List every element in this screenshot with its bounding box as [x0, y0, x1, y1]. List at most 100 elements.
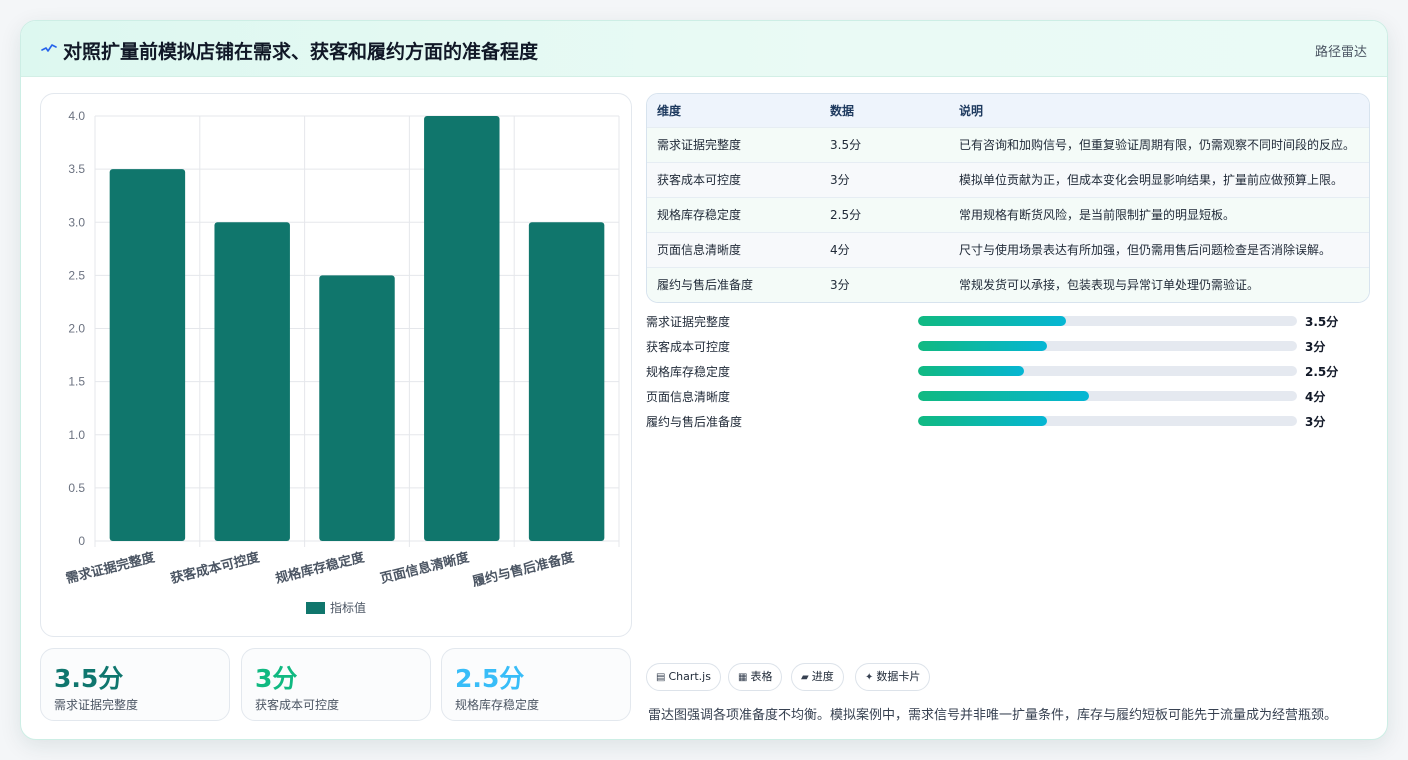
- progress-label: 需求证据完整度: [646, 315, 731, 329]
- progress-track: [918, 366, 1297, 376]
- y-tick-label: 4.0: [68, 109, 85, 123]
- chip-label: 进度: [811, 670, 834, 683]
- progress-icon: ▰: [801, 672, 809, 683]
- table-row: 需求证据完整度 3.5分 已有咨询和加购信号，但重复验证周期有限，仍需观察不同时…: [647, 127, 1369, 162]
- data-table: 维度 数据 说明 需求证据完整度 3.5分 已有咨询和加购信号，但重复验证周期有…: [646, 93, 1370, 303]
- column-header-description: 说明: [959, 103, 984, 118]
- dashboard-card: 对照扩量前模拟店铺在需求、获客和履约方面的准备程度 路径雷达 0 0.5 1.0 1.…: [20, 20, 1388, 740]
- progress-fill: [918, 391, 1089, 401]
- stat-label: 需求证据完整度: [54, 698, 139, 712]
- progress-track: [918, 341, 1297, 351]
- stat-card-acquisition: 3分 获客成本可控度: [241, 648, 431, 721]
- progress-row: 需求证据完整度 3.5分: [646, 313, 1370, 338]
- progress-value: 3分: [1305, 415, 1326, 429]
- x-tick-label: 页面信息清晰度: [379, 549, 472, 587]
- stat-value: 3分: [255, 664, 298, 693]
- progress-fill: [918, 316, 1066, 326]
- table-header-row: 维度 数据 说明: [647, 94, 1369, 127]
- cell-data: 3分: [830, 278, 850, 293]
- cell-data: 3分: [830, 173, 850, 187]
- chart-icon: ▤: [656, 672, 666, 683]
- cell-dimension: 规格库存稳定度: [657, 208, 742, 222]
- progress-row: 页面信息清晰度 4分: [646, 388, 1370, 413]
- table-row: 规格库存稳定度 2.5分 常用规格有断货风险，是当前限制扩量的明显短板。: [647, 197, 1369, 232]
- cell-data: 2.5分: [830, 208, 862, 222]
- progress-track: [918, 316, 1297, 326]
- bar-chart: 0 0.5 1.0 1.5 2.0 2.5 3.0 3.5 4.0 需求证据完整度 获客成本可控度规…: [64, 109, 620, 615]
- progress-value: 4分: [1305, 390, 1326, 404]
- cell-dimension: 获客成本可控度: [657, 173, 742, 187]
- cell-dimension: 需求证据完整度: [657, 138, 742, 152]
- y-tick-label: 3.5: [68, 162, 85, 176]
- progress-label: 页面信息清晰度: [646, 390, 731, 404]
- progress-fill: [918, 341, 1047, 351]
- y-tick-label: 0: [78, 534, 85, 548]
- y-tick-label: 2.0: [68, 322, 85, 336]
- stat-label: 规格库存稳定度: [455, 698, 540, 712]
- progress-track: [918, 391, 1297, 401]
- y-tick-label: 3.0: [68, 215, 85, 229]
- table-row: 履约与售后准备度 3分 常规发货可以承接，包装表现与异常订单处理仍需验证。: [647, 267, 1369, 302]
- bar-chart-panel: 0 0.5 1.0 1.5 2.0 2.5 3.0 3.5 4.0 需求证据完整度 获客成本可控度规…: [40, 93, 632, 637]
- chip-data-cards[interactable]: ✦ 数据卡片: [855, 663, 931, 691]
- progress-list: 需求证据完整度 3.5分 获客成本可控度 3分 规格库存稳定度 2.5分 页面信…: [646, 313, 1370, 438]
- header: 对照扩量前模拟店铺在需求、获客和履约方面的准备程度 路径雷达: [21, 21, 1387, 77]
- path-radar-tag[interactable]: 路径雷达: [1315, 41, 1367, 60]
- column-header-data: 数据: [830, 103, 855, 118]
- stat-card-demand: 3.5分 需求证据完整度: [40, 648, 230, 721]
- progress-label: 规格库存稳定度: [646, 365, 731, 379]
- chip-table[interactable]: ▦ 表格: [728, 663, 783, 691]
- cell-data: 4分: [830, 243, 850, 257]
- chip-progress[interactable]: ▰ 进度: [791, 663, 844, 691]
- legend-swatch: [306, 602, 325, 614]
- stat-value: 3.5分: [54, 664, 124, 693]
- progress-label: 履约与售后准备度: [646, 415, 743, 429]
- cell-description: 常用规格有断货风险，是当前限制扩量的明显短板。: [959, 208, 1236, 222]
- sparkle-icon: ✦: [865, 672, 874, 683]
- progress-value: 2.5分: [1305, 365, 1339, 379]
- progress-row: 履约与售后准备度 3分: [646, 413, 1370, 438]
- table-icon: ▦: [738, 672, 748, 683]
- chip-chartjs[interactable]: ▤ Chart.js: [646, 663, 721, 691]
- bar-5: [528, 222, 605, 541]
- cell-dimension: 页面信息清晰度: [657, 243, 742, 257]
- stat-card-inventory: 2.5分 规格库存稳定度: [441, 648, 631, 721]
- progress-value: 3分: [1305, 340, 1326, 354]
- cell-data: 3.5分: [830, 138, 862, 152]
- bar-4: [424, 116, 500, 541]
- chip-label: Chart.js: [668, 670, 711, 683]
- progress-fill: [918, 416, 1047, 426]
- x-tick-label: 需求证据完整度: [64, 549, 157, 587]
- stat-label: 获客成本可控度: [255, 698, 340, 712]
- chip-label: 表格: [750, 670, 773, 683]
- progress-fill: [918, 366, 1025, 376]
- stat-value: 2.5分: [455, 664, 525, 693]
- progress-row: 获客成本可控度 3分: [646, 338, 1370, 363]
- progress-row: 规格库存稳定度 2.5分: [646, 363, 1370, 388]
- column-header-dimension: 维度: [657, 103, 682, 118]
- page-title: 对照扩量前模拟店铺在需求、获客和履约方面的准备程度: [63, 41, 539, 63]
- x-tick-label: 获客成本可控度: [169, 549, 262, 587]
- cell-description: 已有咨询和加购信号，但重复验证周期有限，仍需观察不同时间段的反应。: [959, 138, 1356, 152]
- bar-3: [319, 275, 395, 541]
- sparkline-icon: [41, 44, 57, 52]
- legend-label: 指标值: [330, 600, 366, 615]
- bar-2: [214, 222, 290, 541]
- progress-value: 3.5分: [1305, 315, 1339, 329]
- x-tick-label: 履约与售后准备度: [471, 549, 577, 590]
- bar-1: [109, 169, 186, 541]
- x-tick-label: 规格库存稳定度: [274, 549, 367, 587]
- cell-description: 常规发货可以承接，包装表现与异常订单处理仍需验证。: [959, 278, 1260, 293]
- table-row: 获客成本可控度 3分 模拟单位贡献为正，但成本变化会明显影响结果，扩量前应做预算…: [647, 162, 1369, 197]
- cell-description: 模拟单位贡献为正，但成本变化会明显影响结果，扩量前应做预算上限。: [959, 173, 1344, 187]
- progress-track: [918, 416, 1297, 426]
- y-tick-label: 1.5: [68, 375, 85, 389]
- progress-label: 获客成本可控度: [646, 340, 731, 354]
- table-row: 页面信息清晰度 4分 尺寸与使用场景表达有所加强，但仍需用售后问题检查是否消除误…: [647, 232, 1369, 267]
- y-tick-label: 2.5: [68, 268, 85, 282]
- chip-label: 数据卡片: [876, 670, 921, 683]
- summary-note: 雷达图强调各项准备度不均衡。模拟案例中，需求信号并非唯一扩量条件，库存与履约短板…: [648, 708, 1338, 723]
- y-tick-label: 1.0: [68, 428, 85, 442]
- cell-description: 尺寸与使用场景表达有所加强，但仍需用售后问题检查是否消除误解。: [959, 243, 1332, 257]
- y-tick-label: 0.5: [68, 481, 85, 495]
